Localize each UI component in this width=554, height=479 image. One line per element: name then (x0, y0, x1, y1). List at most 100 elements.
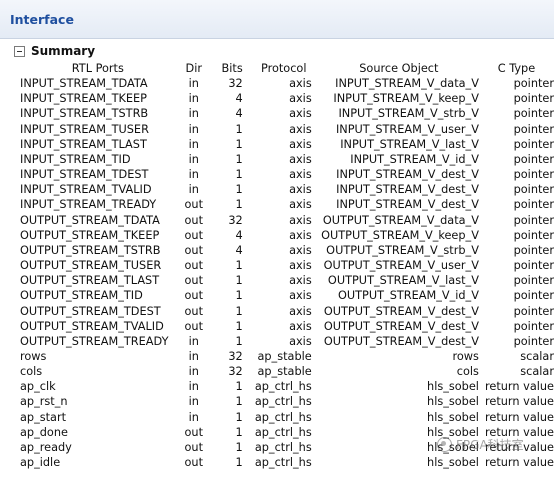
cell-c-type: return value (485, 410, 554, 424)
cell-protocol: axis (289, 77, 312, 91)
watermark-text: FPGA科技室 (456, 438, 524, 452)
cell-rtl-port: OUTPUT_STREAM_TSTRB (20, 243, 161, 257)
cell-bits: 4 (235, 243, 243, 257)
table-row: OUTPUT_STREAM_TID out 1 axis OUTPUT_STREAM_V… (18, 288, 554, 303)
table-row: INPUT_STREAM_TDATA in 32 axis INPUT_STREAM_V… (18, 76, 554, 91)
cell-protocol: axis (289, 183, 312, 197)
cell-rtl-port: OUTPUT_STREAM_TLAST (20, 274, 160, 288)
cell-source-object: INPUT_STREAM_V_last_V (340, 137, 479, 151)
interface-table: RTL Ports Dir Bits Protocol Source Objec… (18, 61, 554, 470)
wechat-icon (437, 437, 452, 452)
cell-source-object: OUTPUT_STREAM_V_strb_V (326, 243, 479, 257)
cell-dir: out (184, 259, 204, 273)
table-row: INPUT_STREAM_TID in 1 axis INPUT_STREAM_V_id… (18, 152, 554, 167)
cell-protocol: axis (289, 122, 312, 136)
cell-dir: out (184, 289, 204, 303)
table-row: INPUT_STREAM_TLAST in 1 axis INPUT_STREAM_V_… (18, 137, 554, 152)
cell-rtl-port: INPUT_STREAM_TREADY (20, 198, 157, 212)
cell-protocol: ap_ctrl_hs (254, 440, 312, 454)
cell-rtl-port: ap_clk (20, 380, 56, 394)
cell-bits: 32 (228, 365, 243, 379)
cell-bits: 1 (235, 198, 243, 212)
cell-bits: 1 (235, 334, 243, 348)
cell-protocol: axis (289, 304, 312, 318)
cell-c-type: pointer (513, 334, 554, 348)
cell-bits: 4 (235, 228, 243, 242)
table-row: INPUT_STREAM_TKEEP in 4 axis INPUT_STREAM_V_… (18, 91, 554, 106)
cell-source-object: OUTPUT_STREAM_V_dest_V (323, 334, 479, 348)
cell-c-type: pointer (513, 213, 554, 227)
cell-c-type: pointer (513, 152, 554, 166)
cell-c-type: pointer (513, 243, 554, 257)
cell-source-object: OUTPUT_STREAM_V_last_V (327, 274, 479, 288)
cell-source-object: INPUT_STREAM_V_strb_V (338, 107, 479, 121)
cell-dir: in (188, 410, 199, 424)
table-row: INPUT_STREAM_TSTRB in 4 axis INPUT_STREAM_V_… (18, 106, 554, 121)
cell-source-object: OUTPUT_STREAM_V_dest_V (323, 304, 479, 318)
cell-source-object: INPUT_STREAM_V_dest_V (336, 198, 479, 212)
cell-dir: out (184, 243, 204, 257)
cell-dir: in (188, 122, 199, 136)
cell-rtl-port: INPUT_STREAM_TKEEP (20, 92, 147, 106)
cell-protocol: axis (289, 198, 312, 212)
cell-source-object: hls_sobel (427, 456, 479, 470)
column-header-bits: Bits (221, 62, 243, 75)
cell-dir: in (188, 380, 199, 394)
cell-bits: 32 (228, 349, 243, 363)
cell-rtl-port: OUTPUT_STREAM_TKEEP (20, 228, 160, 242)
cell-protocol: axis (289, 137, 312, 151)
cell-source-object: cols (456, 365, 479, 379)
table-row: INPUT_STREAM_TDEST in 1 axis INPUT_STREAM_V_… (18, 167, 554, 182)
cell-source-object: OUTPUT_STREAM_V_dest_V (323, 319, 479, 333)
cell-c-type: pointer (513, 289, 554, 303)
cell-bits: 1 (235, 425, 243, 439)
cell-bits: 1 (235, 410, 243, 424)
cell-rtl-port: OUTPUT_STREAM_TDEST (20, 304, 161, 318)
cell-bits: 1 (235, 304, 243, 318)
cell-c-type: pointer (513, 198, 554, 212)
table-row: OUTPUT_STREAM_TDEST out 1 axis OUTPUT_STREAM… (18, 304, 554, 319)
cell-bits: 1 (235, 168, 243, 182)
cell-dir: out (184, 425, 204, 439)
cell-protocol: ap_stable (257, 365, 312, 379)
summary-section-header[interactable]: Summary (14, 43, 95, 59)
cell-bits: 1 (235, 152, 243, 166)
cell-bits: 1 (235, 274, 243, 288)
cell-c-type: return value (485, 380, 554, 394)
cell-dir: out (184, 319, 204, 333)
cell-dir: in (188, 349, 199, 363)
table-row: INPUT_STREAM_TREADY out 1 axis INPUT_STREAM_… (18, 197, 554, 212)
cell-protocol: ap_ctrl_hs (254, 425, 312, 439)
cell-dir: in (188, 365, 199, 379)
table-row: INPUT_STREAM_TUSER in 1 axis INPUT_STREAM_V_… (18, 122, 554, 137)
cell-rtl-port: OUTPUT_STREAM_TVALID (20, 319, 164, 333)
cell-source-object: rows (452, 349, 479, 363)
table-row: OUTPUT_STREAM_TREADY in 1 axis OUTPUT_STREAM… (18, 334, 554, 349)
cell-source-object: OUTPUT_STREAM_V_user_V (323, 259, 479, 273)
cell-bits: 4 (235, 92, 243, 106)
cell-dir: out (184, 213, 204, 227)
cell-rtl-port: INPUT_STREAM_TLAST (20, 137, 147, 151)
cell-protocol: axis (289, 92, 312, 106)
cell-dir: out (184, 456, 204, 470)
cell-c-type: pointer (513, 274, 554, 288)
cell-dir: in (188, 107, 199, 121)
watermark: FPGA科技室 (437, 436, 524, 453)
cell-rtl-port: cols (20, 365, 43, 379)
cell-bits: 1 (235, 456, 243, 470)
cell-dir: in (188, 152, 199, 166)
cell-protocol: ap_ctrl_hs (254, 456, 312, 470)
cell-protocol: axis (289, 319, 312, 333)
collapse-icon[interactable] (14, 45, 25, 57)
cell-bits: 1 (235, 259, 243, 273)
table-row: OUTPUT_STREAM_TUSER out 1 axis OUTPUT_STREAM… (18, 258, 554, 273)
cell-dir: in (188, 168, 199, 182)
cell-rtl-port: ap_done (20, 425, 68, 439)
table-row: ap_start in 1 ap_ctrl_hs hls_sobel return val… (18, 410, 554, 425)
cell-dir: out (184, 274, 204, 288)
table-row: OUTPUT_STREAM_TLAST out 1 axis OUTPUT_STREAM… (18, 273, 554, 288)
cell-protocol: axis (289, 289, 312, 303)
cell-c-type: pointer (513, 137, 554, 151)
cell-rtl-port: OUTPUT_STREAM_TDATA (20, 213, 160, 227)
table-row: OUTPUT_STREAM_TDATA out 32 axis OUTPUT_STREA… (18, 213, 554, 228)
